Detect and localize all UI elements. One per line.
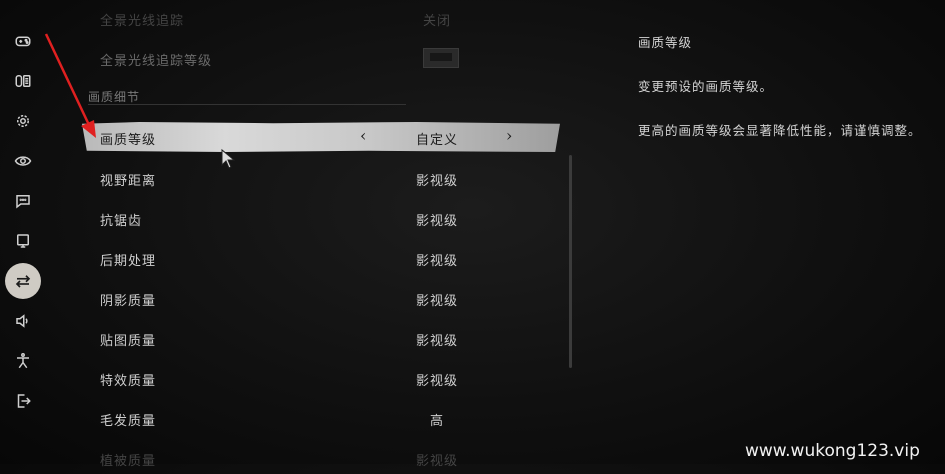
annotation-arrow-icon — [44, 33, 96, 138]
setting-label: 全景光线追踪等级 — [100, 54, 213, 69]
setting-value: 影视级 — [415, 374, 458, 389]
sliders-icon[interactable] — [5, 263, 41, 299]
setting-label: 特效质量 — [100, 374, 157, 389]
setting-row[interactable]: 特效质量 影视级 — [82, 362, 560, 394]
settings-list: 全景光线追踪 关闭 全景光线追踪等级 画质等级 ‹ 自定义 › 视野距离 影视级… — [82, 0, 562, 469]
setting-row[interactable]: 后期处理 影视级 — [82, 242, 560, 274]
prev-arrow-icon[interactable]: ‹ — [360, 126, 367, 145]
exit-icon[interactable] — [5, 383, 41, 419]
monitor-icon[interactable] — [5, 223, 41, 259]
setting-value: 关闭 — [422, 14, 451, 29]
setting-label: 毛发质量 — [100, 414, 157, 429]
setting-row[interactable]: 毛发质量 高 — [82, 402, 560, 434]
setting-label: 画质等级 — [100, 133, 157, 148]
mouse-cursor-icon — [221, 148, 236, 169]
description-warning: 更高的画质等级会显著降低性能，请谨慎调整。 — [638, 123, 922, 138]
setting-label: 植被质量 — [100, 454, 157, 469]
setting-row[interactable]: 阴影质量 影视级 — [82, 282, 560, 314]
section-divider — [88, 104, 406, 105]
accessibility-icon[interactable] — [5, 343, 41, 379]
setting-value: 影视级 — [415, 334, 458, 349]
scrollbar[interactable] — [569, 155, 572, 368]
setting-value: 影视级 — [415, 454, 458, 469]
setting-label: 后期处理 — [100, 254, 157, 269]
setting-value: 影视级 — [415, 254, 458, 269]
setting-row[interactable]: 贴图质量 影视级 — [82, 322, 560, 354]
setting-label: 全景光线追踪 — [100, 14, 185, 29]
setting-row-ray-tracing-level[interactable]: 全景光线追踪等级 — [82, 42, 560, 74]
setting-row[interactable]: 视野距离 影视级 — [82, 162, 560, 194]
description-title: 画质等级 — [638, 35, 693, 50]
speaker-icon[interactable] — [5, 303, 41, 339]
ray-tracing-level-box[interactable] — [423, 48, 459, 68]
setting-label: 抗锯齿 — [100, 214, 143, 229]
setting-row[interactable]: 植被质量 影视级 — [82, 442, 560, 474]
gamepad-icon[interactable] — [5, 23, 41, 59]
description-line: 变更预设的画质等级。 — [638, 79, 774, 94]
setting-value: 高 — [429, 414, 444, 429]
setting-value: 影视级 — [415, 294, 458, 309]
setting-value: 影视级 — [415, 174, 458, 189]
eye-icon[interactable] — [5, 143, 41, 179]
setting-row-quality-level[interactable]: 画质等级 ‹ 自定义 › — [82, 122, 560, 152]
watermark: www.wukong123.vip — [745, 441, 920, 461]
gear-icon[interactable] — [5, 103, 41, 139]
setting-label: 阴影质量 — [100, 294, 157, 309]
chat-icon[interactable] — [5, 183, 41, 219]
keyboard-icon[interactable] — [5, 63, 41, 99]
next-arrow-icon[interactable]: › — [506, 126, 513, 145]
setting-value: 自定义 — [415, 133, 458, 148]
setting-row-full-ray-tracing[interactable]: 全景光线追踪 关闭 — [82, 2, 560, 34]
setting-label: 视野距离 — [100, 174, 157, 189]
setting-label: 贴图质量 — [100, 334, 157, 349]
setting-row[interactable]: 抗锯齿 影视级 — [82, 202, 560, 234]
setting-value: 影视级 — [415, 214, 458, 229]
